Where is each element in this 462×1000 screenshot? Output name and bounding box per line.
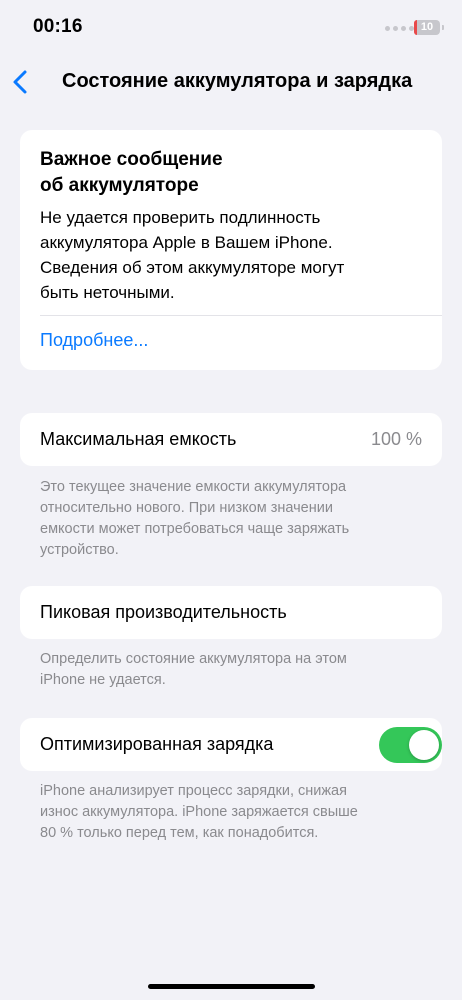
peak-performance-footnote: Определить состояние аккумулятора на это… [40, 649, 425, 691]
footnote-line: емкости может потребоваться чаще заряжат… [40, 521, 350, 537]
home-indicator[interactable] [148, 984, 315, 989]
alert-message-line: Сведения об этом аккумуляторе могут [40, 258, 345, 277]
learn-more-link[interactable]: Подробнее... [40, 330, 148, 351]
divider [40, 315, 442, 316]
alert-title: Важное сообщение об аккумуляторе [40, 147, 420, 199]
peak-performance-row: Пиковая производительность [20, 586, 442, 639]
footnote-line: Определить состояние аккумулятора на это… [40, 651, 347, 667]
maximum-capacity-label: Максимальная емкость [40, 429, 237, 449]
navigation-bar: Состояние аккумулятора и зарядка [0, 62, 462, 102]
battery-tip [442, 25, 444, 30]
optimized-charging-footnote: iPhone анализирует процесс зарядки, сниж… [40, 781, 425, 844]
footnote-line: Это текущее значение емкости аккумулятор… [40, 479, 347, 495]
alert-title-line: об аккумуляторе [40, 175, 199, 196]
status-bar: 00:16 10 [0, 0, 462, 56]
alert-message-line: Не удается проверить подлинность [40, 208, 321, 227]
optimized-charging-label: Оптимизированная зарядка [40, 734, 274, 754]
footnote-line: iPhone анализирует процесс зарядки, сниж… [40, 783, 347, 799]
back-button[interactable] [8, 66, 36, 98]
toggle-knob [409, 730, 439, 760]
chevron-left-icon [13, 70, 27, 94]
battery-alert-card: Важное сообщение об аккумуляторе Не удае… [20, 130, 442, 370]
peak-performance-label: Пиковая производительность [40, 602, 287, 622]
alert-message-line: быть неточными. [40, 283, 175, 302]
alert-message-line: аккумулятора Apple в Вашем iPhone. [40, 233, 333, 252]
footnote-line: устройство. [40, 542, 119, 558]
alert-title-line: Важное сообщение [40, 149, 223, 170]
footnote-line: износ аккумулятора. iPhone заряжается св… [40, 804, 358, 820]
footnote-line: iPhone не удается. [40, 672, 166, 688]
capacity-footnote: Это текущее значение емкости аккумулятор… [40, 477, 425, 561]
page-title: Состояние аккумулятора и зарядка [62, 70, 413, 92]
signal-dots-icon [385, 26, 414, 31]
footnote-line: относительно нового. При низком значении [40, 500, 333, 516]
maximum-capacity-row: Максимальная емкость 100 % [20, 413, 442, 466]
alert-message: Не удается проверить подлинность аккумул… [40, 205, 430, 305]
maximum-capacity-value: 100 % [370, 429, 422, 449]
status-time: 00:16 [33, 16, 83, 37]
optimized-charging-toggle[interactable] [379, 727, 442, 763]
battery-icon: 10 [414, 20, 440, 35]
battery-level: 10 [420, 21, 434, 33]
footnote-line: 80 % только перед тем, как понадобится. [40, 825, 319, 841]
optimized-charging-row: Оптимизированная зарядка [20, 718, 442, 771]
